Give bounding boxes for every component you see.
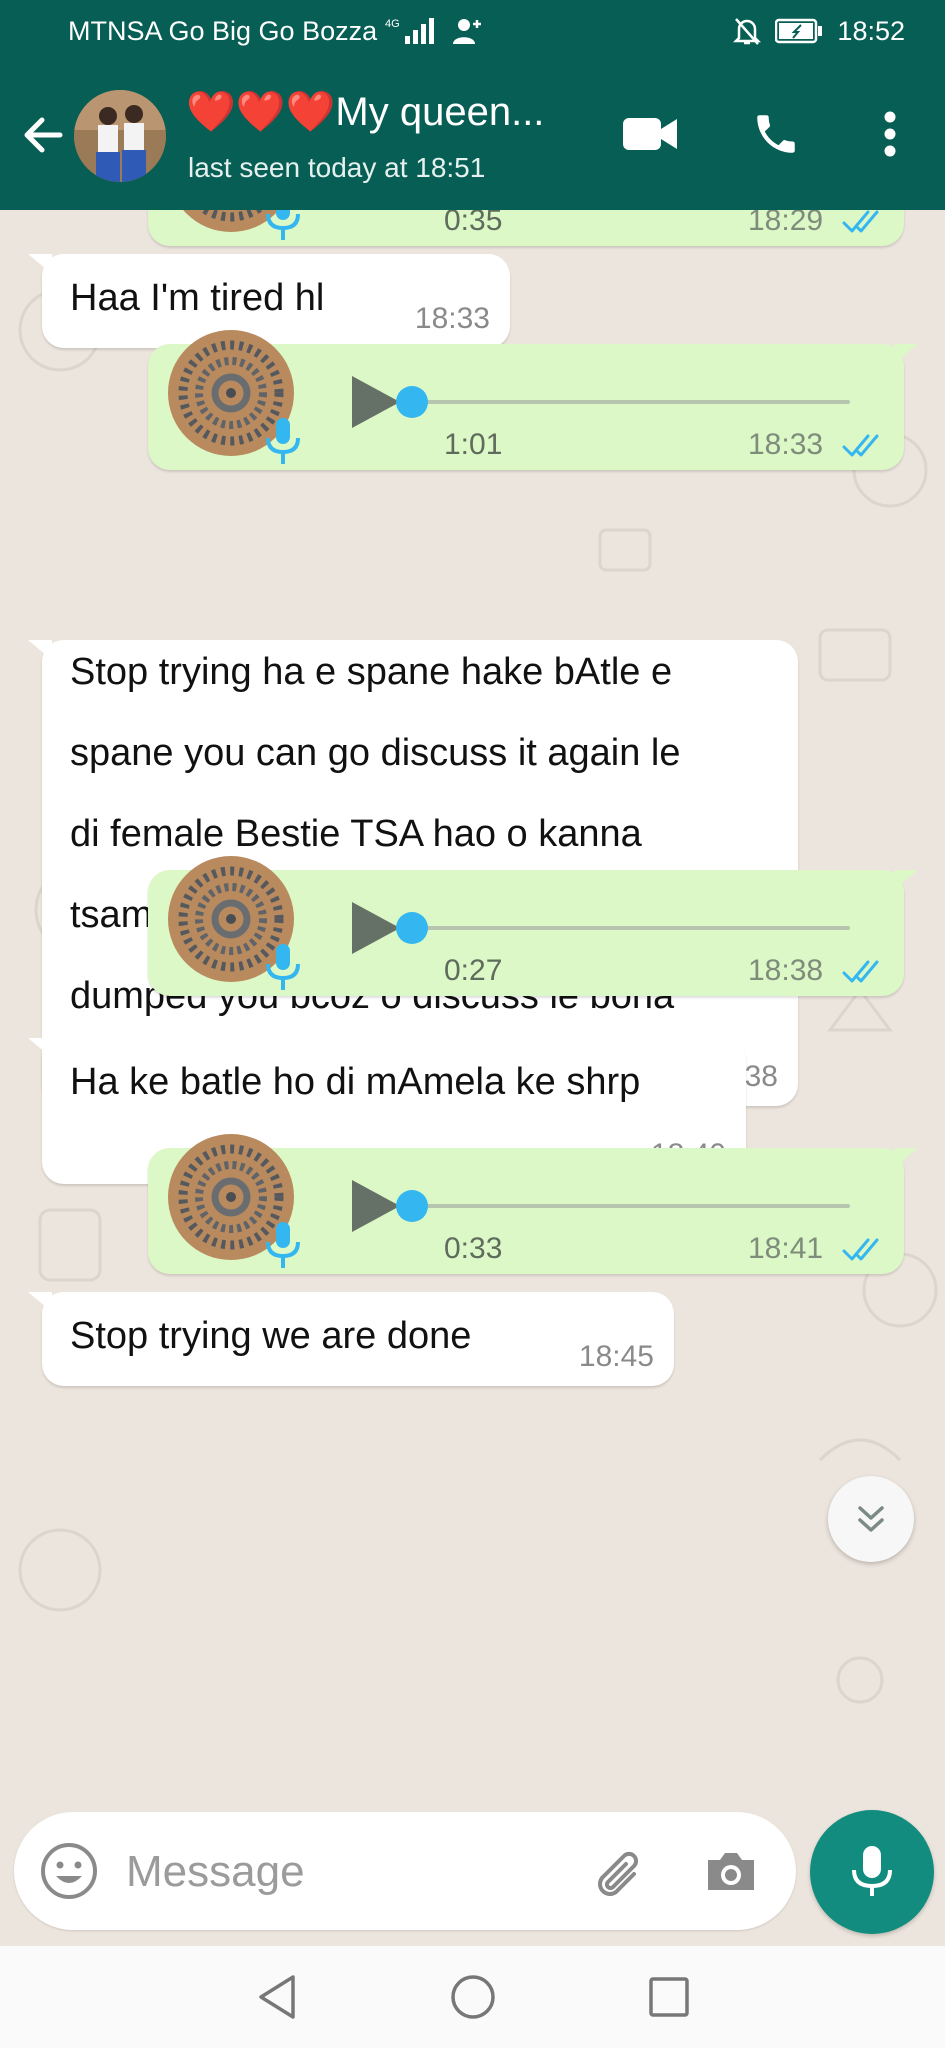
battery-icon (775, 18, 823, 44)
voice-duration: 0:35 (444, 210, 503, 237)
add-contact-icon (453, 16, 485, 46)
nav-back-button[interactable] (255, 1973, 299, 2021)
voice-duration: 1:01 (444, 428, 503, 461)
status-bar: MTNSA Go Big Go Bozza 4G 18:52 (0, 0, 945, 62)
message-composer (14, 1812, 796, 1930)
nav-recents-button[interactable] (647, 1975, 691, 2019)
smiley-icon (41, 1843, 97, 1899)
microphone-icon (852, 1846, 892, 1896)
voice-message-bubble[interactable]: 0:33 18:41 (148, 1134, 918, 1274)
text-message-bubble[interactable]: Stop trying we are done 18:45 (28, 1292, 674, 1386)
read-receipt-icon (842, 434, 879, 457)
signal-icon: 4G (385, 16, 445, 46)
contact-name[interactable]: ❤️❤️❤️My queen... (186, 88, 544, 135)
read-receipt-icon (842, 1238, 879, 1261)
voice-message-bubble[interactable]: 0:27 18:38 (148, 856, 918, 996)
more-options-button[interactable] (858, 102, 922, 166)
contact-avatar[interactable] (74, 90, 166, 182)
square-recents-icon (648, 1977, 689, 2017)
message-time: 18:33 (414, 302, 490, 335)
message-time: 18:38 (748, 954, 824, 987)
message-text-line: Stop trying ha e spane hake bAtle e (70, 651, 673, 693)
voice-message-bubble[interactable]: 1:01 18:33 (148, 330, 918, 470)
voice-message-bubble[interactable]: 0:35 18:29 (148, 210, 904, 246)
voice-duration: 0:27 (444, 954, 503, 987)
message-text-line: spane you can go discuss it again le (70, 732, 681, 774)
message-time: 18:29 (748, 210, 824, 237)
nav-home-button[interactable] (449, 1973, 497, 2021)
voice-progress-knob[interactable] (396, 386, 428, 418)
voice-progress-track[interactable] (414, 1204, 850, 1208)
message-text: Haa I'm tired hl (70, 277, 325, 319)
read-receipt-icon (842, 960, 879, 983)
message-time: 18:41 (748, 1232, 824, 1265)
avatar-photo (74, 90, 166, 182)
status-carrier-group: MTNSA Go Big Go Bozza 4G (68, 16, 733, 47)
message-time: 18:33 (748, 428, 824, 461)
scroll-to-bottom-button[interactable] (828, 1476, 914, 1562)
video-camera-icon (623, 118, 677, 150)
read-receipt-icon (842, 210, 879, 233)
message-input[interactable] (126, 1842, 566, 1902)
double-chevron-down-icon (858, 1506, 884, 1532)
voice-progress-knob[interactable] (396, 1190, 428, 1222)
clock: 18:52 (837, 15, 905, 46)
voice-note-mic-icon (266, 418, 300, 464)
voice-call-button[interactable] (744, 102, 808, 166)
voice-note-mic-icon (266, 1222, 300, 1268)
message-text: Stop trying we are done (70, 1315, 472, 1357)
status-right-group: 18:52 (733, 16, 905, 47)
last-seen-status: last seen today at 18:51 (188, 152, 486, 183)
emoji-button[interactable] (38, 1840, 100, 1902)
voice-note-mic-icon (266, 944, 300, 990)
attach-button[interactable] (586, 1838, 652, 1904)
circle-home-icon (450, 1975, 495, 2019)
arrow-left-icon (24, 117, 63, 153)
message-time: 18:45 (578, 1340, 654, 1373)
carrier-name: MTNSA Go Big Go Bozza (68, 15, 378, 46)
more-vertical-icon (884, 111, 896, 157)
text-message-bubble[interactable]: Haa I'm tired hl 18:33 (28, 254, 510, 348)
notifications-off-icon (733, 16, 762, 46)
triangle-back-icon (258, 1975, 295, 2019)
voice-duration: 0:33 (444, 1232, 503, 1265)
camera-button[interactable] (698, 1838, 764, 1904)
back-button[interactable] (18, 110, 68, 160)
chat-header: ❤️❤️❤️My queen... last seen today at 18:… (0, 62, 945, 210)
message-text-line: di female Bestie TSA hao o kanna (70, 813, 642, 855)
voice-progress-track[interactable] (414, 400, 850, 404)
network-type: 4G (385, 18, 400, 30)
voice-note-mic-icon (266, 210, 300, 240)
voice-record-button[interactable] (810, 1810, 934, 1934)
video-call-button[interactable] (618, 102, 682, 166)
paperclip-icon (598, 1851, 639, 1896)
chat-messages[interactable]: 0:35 18:29 Haa I'm tired hl 18:33 1:01 18:33 S… (0, 210, 945, 1812)
voice-progress-track[interactable] (414, 926, 850, 930)
phone-icon (757, 115, 795, 153)
voice-progress-knob[interactable] (396, 912, 428, 944)
system-navigation-bar (0, 1946, 945, 2048)
camera-icon (708, 1853, 754, 1890)
message-text: Ha ke batle ho di mAmela ke shrp (70, 1061, 641, 1103)
